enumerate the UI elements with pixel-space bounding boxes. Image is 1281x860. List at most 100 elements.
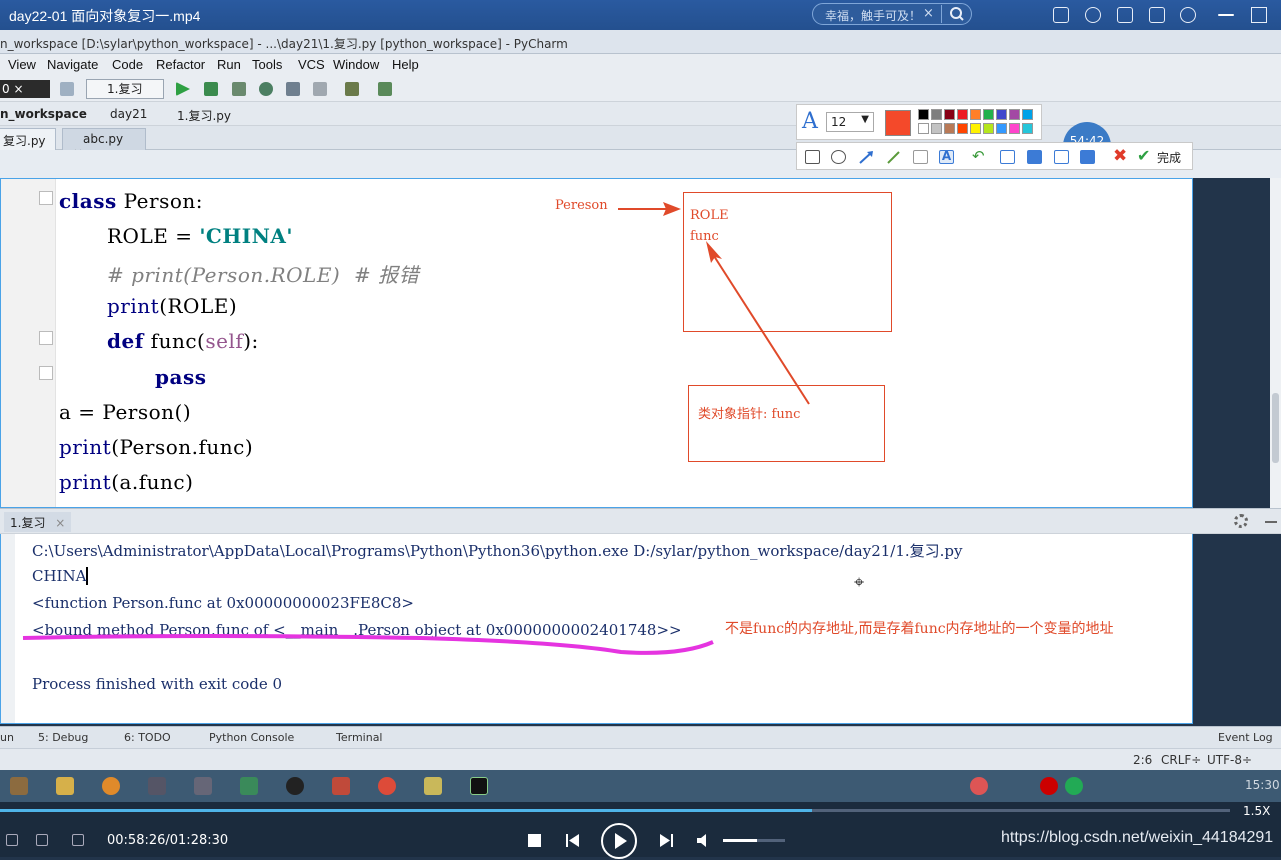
capture-icon[interactable] xyxy=(72,834,84,846)
done-button[interactable]: 完成 xyxy=(1157,149,1181,166)
tray-record-icon[interactable] xyxy=(1040,777,1058,795)
profile-icon[interactable] xyxy=(259,82,273,96)
color-swatch[interactable] xyxy=(918,123,929,134)
notepad-icon[interactable] xyxy=(424,777,442,795)
color-swatch[interactable] xyxy=(944,123,955,134)
stop-icon[interactable] xyxy=(528,834,541,847)
explorer-icon[interactable] xyxy=(10,777,28,795)
app-icon[interactable] xyxy=(332,777,350,795)
share-out-icon[interactable] xyxy=(1054,150,1069,164)
menu-run[interactable]: Run xyxy=(217,57,241,72)
app-icon[interactable] xyxy=(148,777,166,795)
selected-color-swatch[interactable] xyxy=(885,110,911,136)
concurrency-icon[interactable] xyxy=(286,82,300,96)
tab-close-icon[interactable]: × xyxy=(55,516,65,530)
save-icon[interactable] xyxy=(1000,150,1015,164)
menu-code[interactable]: Code xyxy=(112,57,143,72)
app-icon[interactable] xyxy=(240,777,258,795)
color-swatch[interactable] xyxy=(931,123,942,134)
menu-tools[interactable]: Tools xyxy=(252,57,282,72)
search-icon[interactable] xyxy=(941,5,971,23)
volume-icon[interactable] xyxy=(697,834,711,847)
menu-navigate[interactable]: Navigate xyxy=(47,57,98,72)
stop-icon[interactable] xyxy=(313,82,327,96)
color-swatch[interactable] xyxy=(983,109,994,120)
run-icon[interactable] xyxy=(176,82,190,96)
history-icon[interactable] xyxy=(1180,7,1196,23)
maximize-icon[interactable] xyxy=(1251,7,1267,23)
folder-icon[interactable] xyxy=(56,777,74,795)
breadcrumb-folder[interactable]: day21 xyxy=(110,107,147,121)
screen-icon[interactable] xyxy=(36,834,48,846)
search-clear-icon[interactable]: × xyxy=(923,6,934,21)
menu-window[interactable]: Window xyxy=(333,57,379,72)
forward-icon[interactable] xyxy=(60,82,74,96)
color-swatch[interactable] xyxy=(1022,109,1033,120)
color-swatch[interactable] xyxy=(931,109,942,120)
breadcrumb-project[interactable]: n_workspace xyxy=(0,107,87,121)
tab-terminal[interactable]: Terminal xyxy=(336,731,383,744)
color-swatch[interactable] xyxy=(957,123,968,134)
menu-refactor[interactable]: Refactor xyxy=(156,57,205,72)
check-icon[interactable]: ✔ xyxy=(1137,146,1150,165)
tab-abc[interactable]: abc.py × xyxy=(62,128,146,160)
tab-debug[interactable]: 5: Debug xyxy=(38,731,88,744)
copy-icon[interactable] xyxy=(1027,150,1042,164)
ellipse-icon[interactable] xyxy=(831,150,846,164)
skin-icon[interactable] xyxy=(1117,7,1133,23)
run-console[interactable]: C:\Users\Administrator\AppData\Local\Pro… xyxy=(0,534,1193,724)
color-swatch[interactable] xyxy=(996,123,1007,134)
tab-run-fuxi[interactable]: 1.复习 × xyxy=(4,512,72,532)
text-tool-icon[interactable]: A xyxy=(802,109,818,134)
breadcrumb-file[interactable]: 1.复习.py xyxy=(177,107,231,124)
tab-run[interactable]: un xyxy=(0,731,14,744)
font-size-select[interactable]: 12 ▼ xyxy=(826,112,874,132)
tray-icon[interactable] xyxy=(1065,777,1083,795)
hide-panel-icon[interactable] xyxy=(1265,521,1277,523)
color-swatch[interactable] xyxy=(1022,123,1033,134)
search-box[interactable]: 幸福，触手可及！ × xyxy=(812,3,972,25)
pen-icon[interactable] xyxy=(886,150,901,164)
coverage-icon[interactable] xyxy=(232,82,246,96)
vcs-update-icon[interactable] xyxy=(378,82,392,96)
tab-python-console[interactable]: Python Console xyxy=(209,731,294,744)
tab-todo[interactable]: 6: TODO xyxy=(124,731,171,744)
app-icon[interactable] xyxy=(102,777,120,795)
file-encoding[interactable]: UTF-8÷ xyxy=(1207,753,1252,767)
playback-speed[interactable]: 1.5X xyxy=(1243,804,1270,818)
previous-icon[interactable] xyxy=(566,834,579,847)
next-icon[interactable] xyxy=(660,834,673,847)
tab-event-log[interactable]: Event Log xyxy=(1218,731,1273,744)
caret-position[interactable]: 2:6 xyxy=(1133,753,1152,767)
code-editor[interactable]: class Person: ROLE = 'CHINA' # print(Per… xyxy=(0,178,1193,508)
editor-scrollbar[interactable] xyxy=(1270,178,1281,508)
arrow-icon[interactable] xyxy=(859,150,874,164)
settings-icon[interactable] xyxy=(345,82,359,96)
color-swatch[interactable] xyxy=(1009,123,1020,134)
tab-fuxi[interactable]: 复习.py xyxy=(0,128,56,150)
app-icon[interactable] xyxy=(194,777,212,795)
cancel-icon[interactable]: ✖ xyxy=(1113,146,1127,166)
settings-icon[interactable] xyxy=(6,834,18,846)
line-separator[interactable]: CRLF÷ xyxy=(1161,753,1201,767)
color-swatch[interactable] xyxy=(970,123,981,134)
tray-icon[interactable] xyxy=(970,777,988,795)
pycharm-icon[interactable] xyxy=(470,777,488,795)
scroll-thumb[interactable] xyxy=(1272,393,1279,463)
color-swatch[interactable] xyxy=(918,109,929,120)
color-swatch[interactable] xyxy=(944,109,955,120)
chrome-icon[interactable] xyxy=(378,777,396,795)
color-swatch[interactable] xyxy=(996,109,1007,120)
playlist-icon[interactable] xyxy=(1053,7,1069,23)
menu-vcs[interactable]: VCS xyxy=(298,57,325,72)
color-swatch[interactable] xyxy=(957,109,968,120)
mosaic-icon[interactable] xyxy=(913,150,928,164)
undo-icon[interactable]: ↶ xyxy=(972,149,987,164)
color-swatch[interactable] xyxy=(983,123,994,134)
run-config-select[interactable]: 1.复习 xyxy=(86,79,164,99)
rectangle-icon[interactable] xyxy=(805,150,820,164)
pin-icon[interactable] xyxy=(1080,150,1095,164)
color-swatch[interactable] xyxy=(1009,109,1020,120)
text-tool-active-icon[interactable]: A xyxy=(939,150,954,164)
minimize-icon[interactable] xyxy=(1218,14,1234,16)
